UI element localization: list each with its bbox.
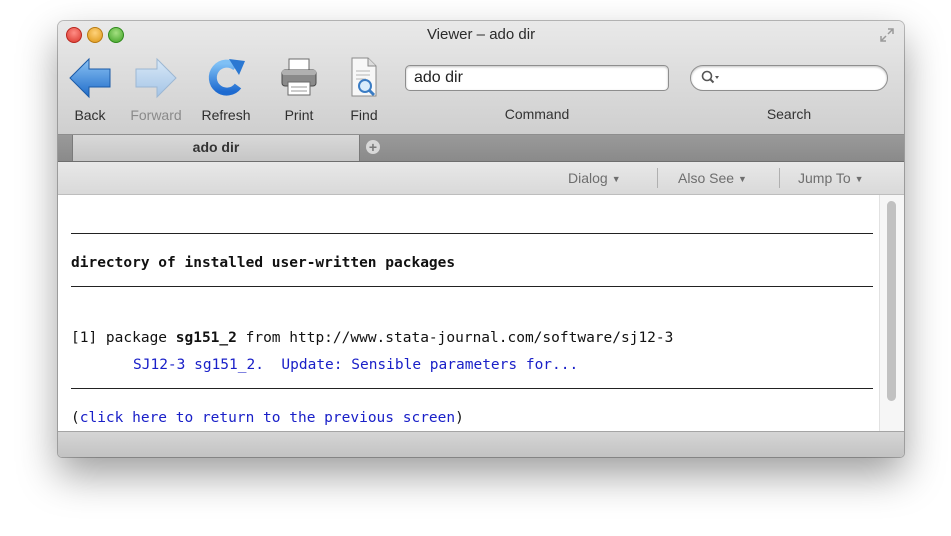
tab-bar: ado dir + — [58, 135, 904, 162]
divider-rule — [71, 286, 873, 287]
nav-divider — [657, 168, 658, 188]
dialog-caret-icon: ▼ — [611, 174, 621, 184]
nav-divider — [779, 168, 780, 188]
search-magnifier-icon[interactable] — [701, 70, 721, 86]
back-button[interactable]: Back — [60, 55, 120, 125]
divider-rule — [71, 388, 873, 389]
command-input[interactable] — [405, 65, 669, 91]
package-description-link[interactable]: SJ12-3 sg151_2. Update: Sensible paramet… — [133, 357, 578, 373]
find-document-icon — [351, 57, 377, 97]
new-tab-button[interactable]: + — [366, 140, 380, 154]
print-label: Print — [284, 107, 314, 123]
status-bar — [58, 431, 904, 457]
search-field[interactable] — [690, 65, 888, 91]
find-label: Find — [350, 107, 378, 123]
viewer-nav-bar: Dialog ▼ Also See ▼ Jump To ▼ — [58, 162, 904, 195]
refresh-button[interactable]: Refresh — [196, 55, 256, 125]
jump-to-caret-icon: ▼ — [854, 174, 864, 184]
refresh-icon — [208, 59, 245, 96]
vertical-scrollbar[interactable] — [879, 195, 904, 431]
return-line: (click here to return to the previous sc… — [71, 410, 464, 426]
viewer-content: directory of installed user-written pack… — [58, 195, 904, 431]
fullscreen-icon[interactable] — [880, 28, 894, 42]
search-input[interactable] — [725, 68, 879, 90]
print-button[interactable]: Print — [269, 55, 329, 125]
back-arrow-icon — [69, 57, 111, 99]
find-button[interactable]: Find — [334, 55, 394, 125]
printer-icon — [281, 58, 317, 96]
command-label: Command — [504, 106, 570, 122]
plus-icon: + — [368, 139, 378, 155]
scrollbar-thumb[interactable] — [887, 201, 896, 401]
jump-to-menu[interactable]: Jump To ▼ — [798, 170, 864, 186]
content-heading: directory of installed user-written pack… — [71, 255, 456, 271]
window-title: Viewer – ado dir — [426, 26, 536, 43]
package-line: [1] package sg151_2 from http://www.stat… — [71, 330, 674, 346]
viewer-window: Viewer – ado dir Back Forward Refresh Pr… — [58, 21, 904, 457]
refresh-label: Refresh — [201, 107, 251, 123]
tab-ado-dir[interactable]: ado dir — [72, 135, 360, 161]
forward-arrow-icon — [135, 57, 177, 99]
dialog-menu[interactable]: Dialog ▼ — [568, 170, 621, 186]
also-see-caret-icon: ▼ — [738, 174, 747, 184]
return-previous-link[interactable]: click here to return to the previous scr… — [80, 410, 455, 426]
toolbar: Viewer – ado dir Back Forward Refresh Pr… — [58, 21, 904, 135]
search-label: Search — [766, 106, 812, 122]
back-label: Back — [74, 107, 106, 123]
also-see-menu[interactable]: Also See ▼ — [678, 170, 747, 186]
forward-button[interactable]: Forward — [126, 55, 186, 125]
package-name: sg151_2 — [175, 330, 237, 346]
forward-label: Forward — [130, 107, 182, 123]
divider-rule — [71, 233, 873, 234]
